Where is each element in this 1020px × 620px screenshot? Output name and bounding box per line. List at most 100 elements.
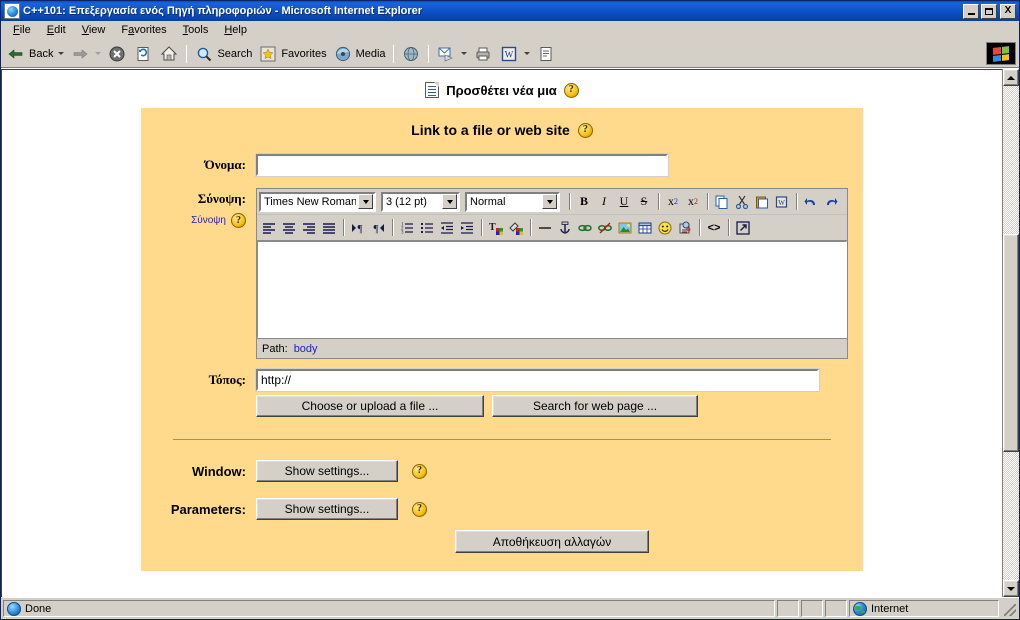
paste-button[interactable] bbox=[752, 192, 772, 212]
edit-in-word-button[interactable]: W bbox=[496, 43, 533, 65]
direction-rtl-button[interactable]: ¶ bbox=[368, 218, 388, 238]
menu-item-favorites[interactable]: Favorites bbox=[113, 22, 174, 39]
horizontal-rule-button[interactable] bbox=[535, 218, 555, 238]
superscript-button[interactable]: x2 bbox=[683, 192, 703, 212]
page-content: Προσθέτει νέα μια ? Link to a file or we… bbox=[1, 69, 1002, 597]
unordered-list-button[interactable] bbox=[417, 218, 437, 238]
back-dropdown-icon[interactable] bbox=[58, 52, 65, 55]
italic-button[interactable]: I bbox=[594, 192, 614, 212]
minimize-button[interactable] bbox=[963, 3, 979, 19]
html-source-button[interactable]: <> bbox=[704, 218, 724, 238]
copy-button[interactable] bbox=[712, 192, 732, 212]
paragraph-style-select[interactable]: Normal bbox=[465, 191, 560, 212]
history-button[interactable] bbox=[398, 43, 424, 65]
indent-button[interactable] bbox=[457, 218, 477, 238]
search-for-web-page-button[interactable]: Search for web page ... bbox=[492, 395, 698, 417]
chevron-down-icon-font[interactable] bbox=[358, 194, 373, 209]
font-size-select[interactable]: 3 (12 pt) bbox=[381, 191, 460, 212]
align-left-button[interactable] bbox=[259, 218, 279, 238]
svg-text:¶: ¶ bbox=[358, 223, 363, 235]
outdent-button[interactable] bbox=[437, 218, 457, 238]
window-resize-grip[interactable] bbox=[1001, 600, 1017, 617]
window-row: Window: Show settings... ? bbox=[141, 460, 863, 482]
summary-sub-link[interactable]: Σύνοψη bbox=[191, 215, 226, 226]
unlink-button[interactable] bbox=[595, 218, 615, 238]
name-input[interactable] bbox=[255, 153, 669, 177]
direction-ltr-button[interactable]: ¶ bbox=[348, 218, 368, 238]
forward-dropdown-icon[interactable] bbox=[95, 52, 102, 55]
scrollbar-thumb[interactable] bbox=[1003, 234, 1019, 452]
maximize-button[interactable] bbox=[981, 3, 997, 19]
cut-button[interactable] bbox=[732, 192, 752, 212]
refresh-button[interactable] bbox=[130, 43, 156, 65]
chevron-down-icon-size[interactable] bbox=[442, 194, 457, 209]
chevron-down-icon-style[interactable] bbox=[542, 194, 557, 209]
bold-button[interactable]: B bbox=[574, 192, 594, 212]
fullscreen-button[interactable] bbox=[733, 218, 753, 238]
svg-text:T: T bbox=[489, 222, 496, 233]
editor-content-area[interactable] bbox=[257, 241, 847, 338]
back-button[interactable]: Back bbox=[3, 43, 67, 65]
undo-button[interactable] bbox=[801, 192, 821, 212]
insert-link-button[interactable] bbox=[575, 218, 595, 238]
strikethrough-button[interactable]: S bbox=[634, 192, 654, 212]
page-title-text: Προσθέτει νέα μια bbox=[446, 82, 557, 98]
mail-button[interactable] bbox=[433, 43, 470, 65]
align-right-button[interactable] bbox=[299, 218, 319, 238]
parameters-show-settings-button[interactable]: Show settings... bbox=[256, 498, 398, 520]
redo-button[interactable] bbox=[821, 192, 841, 212]
forward-button[interactable] bbox=[67, 43, 104, 65]
security-zone-pane[interactable]: Internet bbox=[849, 600, 999, 617]
scrollbar-track[interactable] bbox=[1003, 86, 1019, 580]
help-icon-page[interactable]: ? bbox=[563, 82, 579, 98]
search-button[interactable]: Search bbox=[191, 43, 255, 65]
save-changes-button[interactable]: Αποθήκευση αλλαγών bbox=[455, 530, 649, 553]
font-family-select[interactable]: Times New Roman bbox=[259, 191, 376, 212]
editor-separator-6 bbox=[392, 219, 393, 236]
editor-toolbar-row-1: Times New Roman 3 (12 pt) Normal B I U S… bbox=[257, 189, 847, 215]
location-input[interactable] bbox=[255, 368, 820, 392]
insert-emoticon-button[interactable] bbox=[655, 218, 675, 238]
help-icon-summary[interactable]: ? bbox=[231, 213, 246, 228]
background-color-button[interactable] bbox=[506, 218, 526, 238]
menu-item-file[interactable]: FFileile bbox=[5, 22, 39, 39]
menu-item-help[interactable]: Help bbox=[216, 22, 255, 39]
help-icon-window[interactable]: ? bbox=[412, 463, 427, 479]
editor-separator bbox=[569, 193, 570, 210]
stop-button[interactable] bbox=[104, 43, 130, 65]
menu-item-tools[interactable]: Tools bbox=[175, 22, 217, 39]
align-center-button[interactable] bbox=[279, 218, 299, 238]
align-justify-button[interactable] bbox=[319, 218, 339, 238]
vertical-scrollbar[interactable] bbox=[1002, 69, 1019, 597]
close-button[interactable]: X bbox=[1000, 3, 1016, 19]
scroll-down-button[interactable] bbox=[1003, 580, 1019, 597]
underline-button[interactable]: U bbox=[614, 192, 634, 212]
menu-item-view[interactable]: View bbox=[74, 22, 114, 39]
subscript-button[interactable]: x2 bbox=[663, 192, 683, 212]
resource-document-icon bbox=[425, 82, 440, 98]
anchor-button[interactable] bbox=[555, 218, 575, 238]
insert-image-button[interactable] bbox=[615, 218, 635, 238]
favorites-button[interactable]: Favorites bbox=[255, 43, 329, 65]
editor-path-value[interactable]: body bbox=[294, 343, 318, 355]
text-color-button[interactable]: T bbox=[486, 218, 506, 238]
home-icon bbox=[159, 44, 179, 64]
help-icon-parameters[interactable]: ? bbox=[412, 501, 427, 517]
choose-or-upload-file-button[interactable]: Choose or upload a file ... bbox=[256, 395, 484, 417]
ordered-list-button[interactable]: 123 bbox=[397, 218, 417, 238]
special-character-button[interactable] bbox=[675, 218, 695, 238]
media-button[interactable]: Media bbox=[330, 43, 389, 65]
print-button[interactable] bbox=[470, 43, 496, 65]
home-button[interactable] bbox=[156, 43, 182, 65]
paste-from-word-button[interactable]: W bbox=[772, 192, 792, 212]
summary-label: Σύνοψη: bbox=[197, 191, 246, 206]
mail-dropdown-icon[interactable] bbox=[460, 52, 467, 55]
insert-table-button[interactable] bbox=[635, 218, 655, 238]
discuss-button[interactable] bbox=[533, 43, 559, 65]
scroll-up-button[interactable] bbox=[1003, 69, 1019, 86]
window-show-settings-button[interactable]: Show settings... bbox=[256, 460, 398, 482]
word-dropdown-icon[interactable] bbox=[523, 52, 530, 55]
menu-item-edit[interactable]: Edit bbox=[39, 22, 74, 39]
help-icon-form[interactable]: ? bbox=[577, 122, 593, 138]
summary-row: Σύνοψη: Σύνοψη ? Times New Roman 3 (12 p… bbox=[141, 188, 863, 359]
